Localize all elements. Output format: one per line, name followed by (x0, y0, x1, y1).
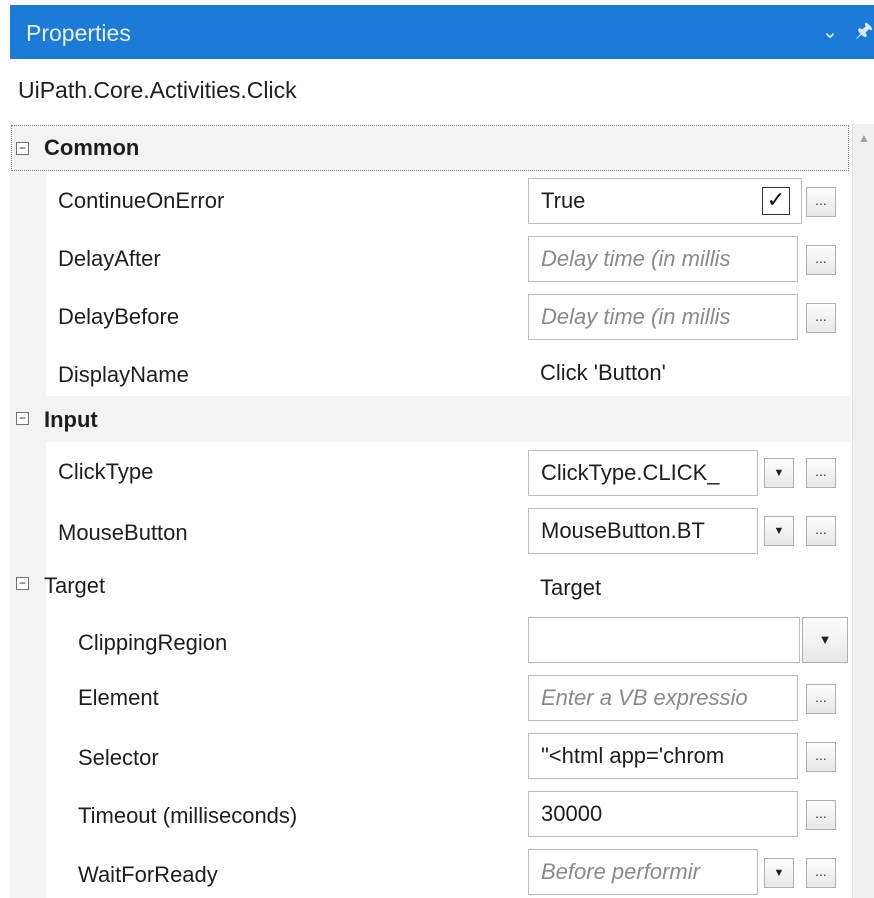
property-name: Timeout (milliseconds) (78, 803, 298, 828)
delayafter-ellipsis-button[interactable]: ... (806, 245, 836, 275)
property-name: Selector (78, 745, 159, 770)
waitforready-select[interactable]: Before performir (528, 849, 758, 895)
clicktype-ellipsis-button[interactable]: ... (806, 458, 836, 488)
property-name: DelayAfter (58, 246, 161, 271)
target-value: Target (540, 575, 602, 600)
property-name: WaitForReady (78, 862, 218, 887)
clicktype-dropdown-icon[interactable]: ▼ (764, 458, 794, 488)
clicktype-select[interactable]: ClickType.CLICK_ (528, 450, 758, 496)
property-row-delayafter: DelayAfter Delay time (in millis ... (10, 230, 850, 288)
element-ellipsis-button[interactable]: ... (806, 684, 836, 714)
timeout-ellipsis-button[interactable]: ... (806, 800, 836, 830)
property-row-waitforready: WaitForReady Before performir ▼ ... (10, 842, 850, 898)
continueonerror-checkbox[interactable]: ✓ (762, 187, 790, 215)
category-target-label: Target (44, 573, 106, 598)
property-name: MouseButton (58, 520, 188, 545)
chevron-down-icon[interactable]: ⌄ (816, 5, 844, 59)
property-row-clicktype: ClickType ClickType.CLICK_ ▼ ... (10, 442, 850, 500)
property-name: ClippingRegion (78, 630, 228, 655)
panel-title: Properties (26, 20, 131, 46)
waitforready-dropdown-icon[interactable]: ▼ (764, 858, 794, 888)
property-row-element: Element Enter a VB expressio ... (10, 668, 850, 726)
displayname-value[interactable]: Click 'Button' (540, 360, 666, 386)
property-row-timeout: Timeout (milliseconds) 30000 ... (10, 784, 850, 842)
property-name: ClickType (58, 459, 154, 484)
timeout-input[interactable]: 30000 (528, 791, 798, 837)
delaybefore-ellipsis-button[interactable]: ... (806, 303, 836, 333)
category-input-label: Input (44, 407, 98, 432)
property-row-mousebutton: MouseButton MouseButton.BT ▼ ... (10, 500, 850, 558)
property-row-delaybefore: DelayBefore Delay time (in millis ... (10, 288, 850, 346)
property-name: DelayBefore (58, 304, 180, 329)
collapse-input-icon[interactable]: − (16, 412, 29, 425)
continueonerror-value[interactable]: True (528, 178, 802, 224)
selector-input[interactable]: "<html app='chrom (528, 733, 798, 779)
vertical-scrollbar[interactable]: ▲ (852, 124, 874, 898)
property-name: DisplayName (58, 362, 189, 387)
property-row-displayname: DisplayName Click 'Button' (10, 346, 850, 396)
delaybefore-input[interactable]: Delay time (in millis (528, 294, 798, 340)
properties-titlebar: Properties ⌄ 🖈 (10, 5, 874, 59)
property-row-clippingregion: ClippingRegion ▼ (10, 610, 850, 668)
category-input[interactable]: − Input (10, 396, 850, 442)
clippingregion-dropdown-icon[interactable]: ▼ (802, 617, 848, 663)
activity-type-label: UiPath.Core.Activities.Click (18, 77, 297, 103)
property-row-selector: Selector "<html app='chrom ... (10, 726, 850, 784)
selector-ellipsis-button[interactable]: ... (806, 742, 836, 772)
category-common[interactable]: − Common (10, 124, 850, 172)
mousebutton-ellipsis-button[interactable]: ... (806, 516, 836, 546)
category-target[interactable]: − Target Target (10, 558, 850, 610)
continueonerror-ellipsis-button[interactable]: ... (806, 187, 836, 217)
clippingregion-select[interactable] (528, 617, 800, 663)
pin-icon[interactable]: 🖈 (854, 5, 874, 57)
property-name: Element (78, 685, 159, 710)
property-name: ContinueOnError (58, 188, 225, 213)
mousebutton-dropdown-icon[interactable]: ▼ (764, 516, 794, 546)
category-common-label: Common (44, 135, 140, 160)
element-input[interactable]: Enter a VB expressio (528, 675, 798, 721)
property-row-continueonerror: ContinueOnError True ✓ ... (10, 172, 850, 230)
waitforready-ellipsis-button[interactable]: ... (806, 858, 836, 888)
delayafter-input[interactable]: Delay time (in millis (528, 236, 798, 282)
collapse-target-icon[interactable]: − (16, 577, 29, 590)
mousebutton-select[interactable]: MouseButton.BT (528, 508, 758, 554)
scroll-up-icon[interactable]: ▲ (853, 124, 874, 152)
property-grid: − Common ContinueOnError True ✓ ... Dela… (10, 124, 850, 898)
collapse-common-icon[interactable]: − (16, 142, 29, 155)
